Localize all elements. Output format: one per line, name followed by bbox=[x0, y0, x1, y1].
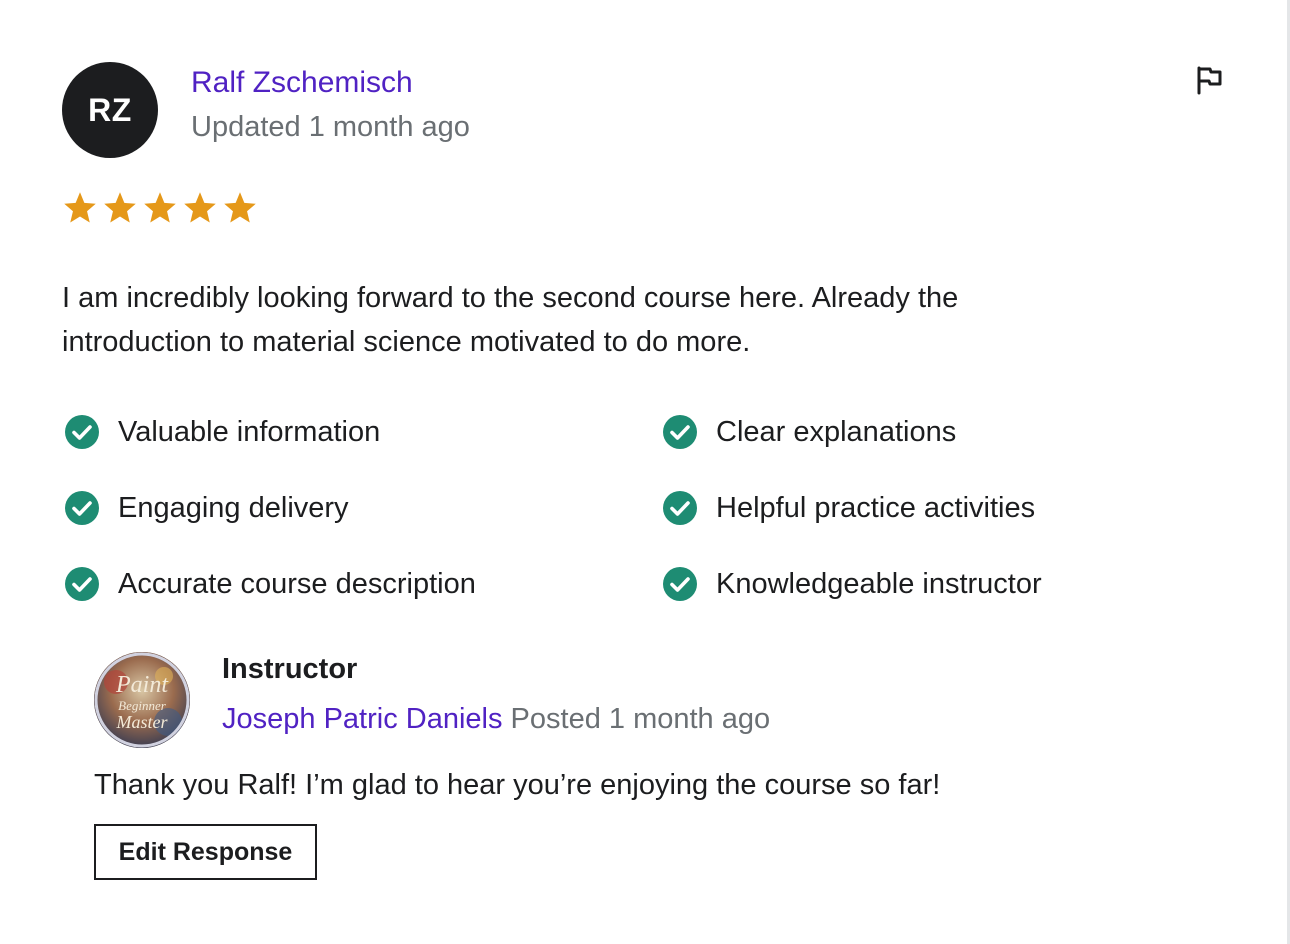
star-icon bbox=[64, 192, 96, 223]
feedback-tag-label: Valuable information bbox=[118, 415, 381, 448]
feedback-tag: Engaging delivery bbox=[64, 486, 349, 530]
check-circle-icon bbox=[663, 567, 697, 601]
feedback-tag: Clear explanations bbox=[662, 410, 956, 454]
review-updated-time: Updated 1 month ago bbox=[191, 111, 470, 143]
feedback-tag-label: Accurate course description bbox=[118, 567, 476, 600]
feedback-tag-label: Clear explanations bbox=[716, 415, 957, 448]
check-circle-icon bbox=[65, 415, 99, 449]
flag-icon bbox=[1197, 66, 1222, 95]
star-icon bbox=[184, 192, 216, 223]
star-icon bbox=[144, 192, 176, 223]
review-text: I am incredibly looking forward to the s… bbox=[62, 282, 959, 358]
reviewer-initials: RZ bbox=[88, 91, 132, 128]
edit-response-button[interactable]: Edit Response bbox=[94, 824, 317, 880]
check-circle-icon bbox=[65, 491, 99, 525]
response-posted-time: Posted 1 month ago bbox=[510, 703, 771, 735]
svg-text:Paint: Paint bbox=[115, 672, 169, 698]
reviewer-name[interactable]: Ralf Zschemisch bbox=[191, 66, 413, 100]
check-circle-icon bbox=[65, 567, 99, 601]
check-circle-icon bbox=[663, 415, 697, 449]
instructor-name[interactable]: Joseph Patric Daniels bbox=[222, 703, 502, 735]
instructor-avatar: Paint Beginner Master bbox=[94, 652, 190, 748]
feedback-tag-label: Engaging delivery bbox=[118, 491, 349, 524]
feedback-tag: Valuable information bbox=[64, 410, 380, 454]
feedback-tag-label: Helpful practice activities bbox=[716, 491, 1036, 524]
feedback-tag: Knowledgeable instructor bbox=[662, 562, 1042, 606]
svg-text:Master: Master bbox=[116, 712, 169, 732]
star-icon bbox=[104, 192, 136, 223]
check-circle-icon bbox=[663, 491, 697, 525]
svg-text:Beginner: Beginner bbox=[118, 698, 167, 713]
star-icon bbox=[224, 192, 256, 223]
instructor-role-label: Instructor bbox=[222, 653, 358, 685]
reviewer-avatar: RZ bbox=[62, 62, 158, 158]
instructor-avatar-image: Paint Beginner Master bbox=[94, 652, 190, 748]
feedback-tag: Accurate course description bbox=[64, 562, 476, 606]
report-flag-button[interactable] bbox=[1193, 64, 1225, 96]
feedback-tag: Helpful practice activities bbox=[662, 486, 1035, 530]
star-rating bbox=[62, 190, 258, 226]
feedback-tag-label: Knowledgeable instructor bbox=[716, 567, 1042, 600]
instructor-byline: Joseph Patric Daniels Posted 1 month ago bbox=[222, 703, 770, 736]
instructor-response-text: Thank you Ralf! I’m glad to hear you’re … bbox=[94, 769, 941, 801]
